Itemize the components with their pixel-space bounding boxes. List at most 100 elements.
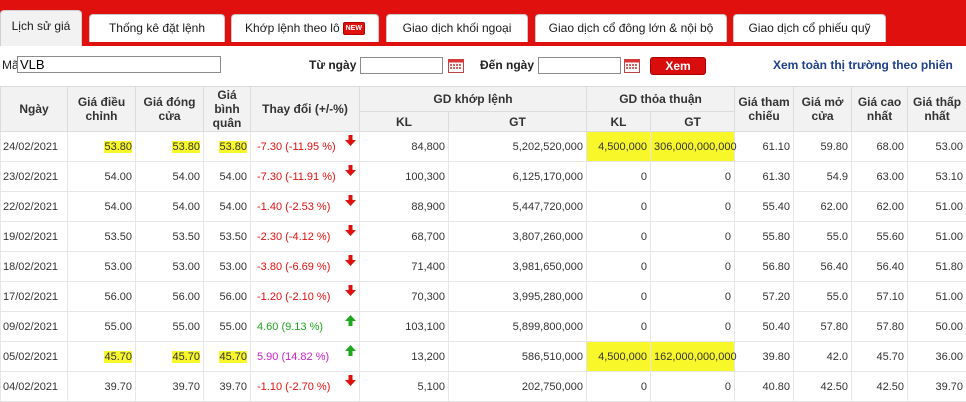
table-row: 22/02/202154.0054.0054.00-1.40 (-2.53 %)…	[1, 192, 966, 222]
value: 54.00	[172, 201, 200, 213]
value: 56.00	[104, 291, 132, 303]
change-value: -3.80 (-6.69 %)	[257, 261, 330, 273]
cell-negotiated-volume: 0	[587, 192, 651, 222]
tab-label: Khớp lệnh theo lô	[245, 21, 340, 35]
value: 56.00	[172, 291, 200, 303]
cell-close-price: 53.00	[136, 252, 204, 282]
cell-low-price: 39.70	[908, 372, 966, 402]
new-badge: NEW	[343, 22, 365, 35]
cell-low-price: 51.00	[908, 192, 966, 222]
change-value: 5.90 (14.82 %)	[257, 351, 329, 363]
col-close-price: Giá đóng cửa	[136, 87, 204, 132]
cell-open-price: 56.40	[794, 252, 852, 282]
cell-high-price: 68.00	[852, 132, 908, 162]
arrow-down-icon	[345, 375, 356, 386]
change-value: -2.30 (-4.12 %)	[257, 231, 330, 243]
col-negotiated-value: GT	[651, 112, 735, 132]
cell-reference-price: 39.80	[735, 342, 794, 372]
tab-bar: Lịch sử giá Thống kê đặt lệnh Khớp lệnh …	[0, 0, 966, 46]
cell-average-price: 45.70	[204, 342, 251, 372]
value: 53.50	[219, 231, 247, 243]
calendar-icon[interactable]	[448, 58, 464, 73]
from-date-input[interactable]	[360, 57, 443, 74]
value: 55.00	[104, 321, 132, 333]
cell-open-price: 42.50	[794, 372, 852, 402]
tab-order-statistics[interactable]: Thống kê đặt lệnh	[89, 14, 225, 42]
change-value: -1.20 (-2.10 %)	[257, 291, 330, 303]
tab-price-history[interactable]: Lịch sử giá	[0, 10, 82, 46]
cell-negotiated-volume: 4,500,000	[587, 132, 651, 162]
cell-adjusted-price: 45.70	[68, 342, 136, 372]
tab-label: Lịch sử giá	[12, 19, 71, 33]
change-value: -7.30 (-11.91 %)	[257, 171, 336, 183]
view-all-market-link[interactable]: Xem toàn thị trường theo phiên	[773, 58, 953, 72]
col-date: Ngày	[1, 87, 68, 132]
cell-negotiated-volume: 0	[587, 162, 651, 192]
cell-negotiated-value: 162,000,000,000	[651, 342, 735, 372]
cell-high-price: 57.10	[852, 282, 908, 312]
cell-date: 23/02/2021	[1, 162, 68, 192]
cell-reference-price: 55.40	[735, 192, 794, 222]
ticker-input[interactable]	[17, 56, 221, 73]
calendar-icon[interactable]	[624, 58, 640, 73]
cell-matched-value: 3,981,650,000	[449, 252, 587, 282]
tab-label: Thống kê đặt lệnh	[109, 21, 205, 35]
cell-adjusted-price: 54.00	[68, 192, 136, 222]
value: 55.00	[219, 321, 247, 333]
cell-negotiated-value: 0	[651, 282, 735, 312]
cell-open-price: 55.0	[794, 222, 852, 252]
to-date-input[interactable]	[538, 57, 621, 74]
table-row: 24/02/202153.8053.8053.80-7.30 (-11.95 %…	[1, 132, 966, 162]
view-button[interactable]: Xem	[650, 57, 706, 75]
cell-change: -1.10 (-2.70 %)	[251, 372, 360, 402]
value: 55.00	[172, 321, 200, 333]
table-body: 24/02/202153.8053.8053.80-7.30 (-11.95 %…	[1, 132, 966, 402]
cell-negotiated-value: 0	[651, 372, 735, 402]
arrow-down-icon	[345, 285, 356, 296]
cell-average-price: 39.70	[204, 372, 251, 402]
value: 53.00	[172, 261, 200, 273]
value: 39.70	[172, 381, 200, 393]
value: 54.00	[219, 201, 247, 213]
cell-average-price: 54.00	[204, 162, 251, 192]
cell-negotiated-value: 0	[651, 192, 735, 222]
cell-matched-value: 586,510,000	[449, 342, 587, 372]
cell-date: 05/02/2021	[1, 342, 68, 372]
tab-foreign-trading[interactable]: Giao dịch khối ngoại	[386, 14, 528, 42]
col-group-negotiated: GD thỏa thuận	[587, 87, 735, 112]
cell-close-price: 45.70	[136, 342, 204, 372]
arrow-down-icon	[345, 255, 356, 266]
cell-adjusted-price: 55.00	[68, 312, 136, 342]
col-average-price: Giá bình quân	[204, 87, 251, 132]
cell-open-price: 42.0	[794, 342, 852, 372]
tab-treasury-stock[interactable]: Giao dịch cổ phiếu quỹ	[733, 14, 886, 42]
cell-negotiated-value: 0	[651, 222, 735, 252]
table-row: 23/02/202154.0054.0054.00-7.30 (-11.91 %…	[1, 162, 966, 192]
value: 53.80	[104, 141, 132, 153]
cell-change: -3.80 (-6.69 %)	[251, 252, 360, 282]
cell-matched-volume: 100,300	[360, 162, 449, 192]
arrow-up-icon	[345, 315, 356, 326]
cell-low-price: 50.00	[908, 312, 966, 342]
cell-average-price: 53.80	[204, 132, 251, 162]
cell-average-price: 56.00	[204, 282, 251, 312]
value: 39.70	[219, 381, 247, 393]
cell-reference-price: 57.20	[735, 282, 794, 312]
value: 39.70	[104, 381, 132, 393]
cell-matched-value: 3,807,260,000	[449, 222, 587, 252]
value: 54.00	[104, 201, 132, 213]
arrow-down-icon	[345, 225, 356, 236]
col-high-price: Giá cao nhất	[852, 87, 908, 132]
cell-low-price: 51.00	[908, 282, 966, 312]
cell-open-price: 55.0	[794, 282, 852, 312]
cell-negotiated-volume: 0	[587, 312, 651, 342]
cell-open-price: 59.80	[794, 132, 852, 162]
cell-date: 17/02/2021	[1, 282, 68, 312]
tab-matched-by-lot[interactable]: Khớp lệnh theo lôNEW	[231, 14, 379, 42]
tab-insider-trading[interactable]: Giao dịch cổ đông lớn & nội bộ	[535, 14, 727, 42]
cell-change: 5.90 (14.82 %)	[251, 342, 360, 372]
cell-average-price: 53.50	[204, 222, 251, 252]
tab-label: Giao dịch cổ phiếu quỹ	[748, 21, 870, 35]
cell-high-price: 45.70	[852, 342, 908, 372]
cell-date: 22/02/2021	[1, 192, 68, 222]
